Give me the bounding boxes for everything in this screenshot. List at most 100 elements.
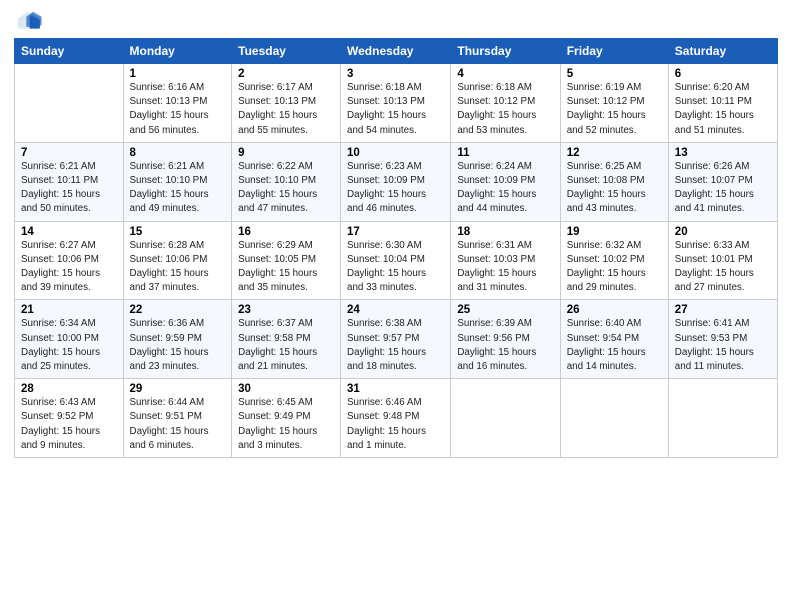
header (14, 10, 778, 32)
day-number: 6 (675, 68, 771, 80)
day-cell: 29Sunrise: 6:44 AMSunset: 9:51 PMDayligh… (123, 379, 232, 458)
day-info: Sunrise: 6:39 AMSunset: 9:56 PMDaylight:… (457, 317, 553, 374)
day-info: Sunrise: 6:19 AMSunset: 10:12 PMDaylight… (567, 81, 662, 138)
col-header-thursday: Thursday (451, 39, 560, 64)
day-cell: 8Sunrise: 6:21 AMSunset: 10:10 PMDayligh… (123, 142, 232, 221)
day-number: 4 (457, 68, 553, 80)
day-cell: 7Sunrise: 6:21 AMSunset: 10:11 PMDayligh… (15, 142, 124, 221)
day-number: 22 (130, 304, 226, 316)
day-number: 25 (457, 304, 553, 316)
day-info: Sunrise: 6:36 AMSunset: 9:59 PMDaylight:… (130, 317, 226, 374)
day-info: Sunrise: 6:22 AMSunset: 10:10 PMDaylight… (238, 160, 334, 217)
day-number: 15 (130, 226, 226, 238)
day-info: Sunrise: 6:23 AMSunset: 10:09 PMDaylight… (347, 160, 444, 217)
day-cell: 31Sunrise: 6:46 AMSunset: 9:48 PMDayligh… (341, 379, 451, 458)
day-info: Sunrise: 6:32 AMSunset: 10:02 PMDaylight… (567, 239, 662, 296)
day-cell: 17Sunrise: 6:30 AMSunset: 10:04 PMDaylig… (341, 221, 451, 300)
day-info: Sunrise: 6:16 AMSunset: 10:13 PMDaylight… (130, 81, 226, 138)
week-row-3: 14Sunrise: 6:27 AMSunset: 10:06 PMDaylig… (15, 221, 778, 300)
day-info: Sunrise: 6:21 AMSunset: 10:10 PMDaylight… (130, 160, 226, 217)
day-cell: 16Sunrise: 6:29 AMSunset: 10:05 PMDaylig… (232, 221, 341, 300)
day-cell: 1Sunrise: 6:16 AMSunset: 10:13 PMDayligh… (123, 64, 232, 143)
day-info: Sunrise: 6:24 AMSunset: 10:09 PMDaylight… (457, 160, 553, 217)
day-number: 26 (567, 304, 662, 316)
week-row-2: 7Sunrise: 6:21 AMSunset: 10:11 PMDayligh… (15, 142, 778, 221)
day-cell: 2Sunrise: 6:17 AMSunset: 10:13 PMDayligh… (232, 64, 341, 143)
day-info: Sunrise: 6:38 AMSunset: 9:57 PMDaylight:… (347, 317, 444, 374)
day-number: 5 (567, 68, 662, 80)
day-number: 7 (21, 147, 117, 159)
day-cell: 24Sunrise: 6:38 AMSunset: 9:57 PMDayligh… (341, 300, 451, 379)
col-header-monday: Monday (123, 39, 232, 64)
day-info: Sunrise: 6:20 AMSunset: 10:11 PMDaylight… (675, 81, 771, 138)
day-cell: 30Sunrise: 6:45 AMSunset: 9:49 PMDayligh… (232, 379, 341, 458)
calendar-table: SundayMondayTuesdayWednesdayThursdayFrid… (14, 38, 778, 458)
day-cell: 11Sunrise: 6:24 AMSunset: 10:09 PMDaylig… (451, 142, 560, 221)
day-cell: 22Sunrise: 6:36 AMSunset: 9:59 PMDayligh… (123, 300, 232, 379)
day-cell: 28Sunrise: 6:43 AMSunset: 9:52 PMDayligh… (15, 379, 124, 458)
col-header-sunday: Sunday (15, 39, 124, 64)
day-info: Sunrise: 6:29 AMSunset: 10:05 PMDaylight… (238, 239, 334, 296)
day-number: 28 (21, 383, 117, 395)
day-info: Sunrise: 6:18 AMSunset: 10:13 PMDaylight… (347, 81, 444, 138)
day-cell (560, 379, 668, 458)
day-cell: 15Sunrise: 6:28 AMSunset: 10:06 PMDaylig… (123, 221, 232, 300)
day-cell (451, 379, 560, 458)
day-info: Sunrise: 6:25 AMSunset: 10:08 PMDaylight… (567, 160, 662, 217)
day-cell: 20Sunrise: 6:33 AMSunset: 10:01 PMDaylig… (668, 221, 777, 300)
day-cell: 25Sunrise: 6:39 AMSunset: 9:56 PMDayligh… (451, 300, 560, 379)
day-info: Sunrise: 6:33 AMSunset: 10:01 PMDaylight… (675, 239, 771, 296)
day-cell: 3Sunrise: 6:18 AMSunset: 10:13 PMDayligh… (341, 64, 451, 143)
week-row-5: 28Sunrise: 6:43 AMSunset: 9:52 PMDayligh… (15, 379, 778, 458)
day-cell: 21Sunrise: 6:34 AMSunset: 10:00 PMDaylig… (15, 300, 124, 379)
day-number: 21 (21, 304, 117, 316)
day-info: Sunrise: 6:17 AMSunset: 10:13 PMDaylight… (238, 81, 334, 138)
week-row-1: 1Sunrise: 6:16 AMSunset: 10:13 PMDayligh… (15, 64, 778, 143)
day-number: 14 (21, 226, 117, 238)
day-info: Sunrise: 6:37 AMSunset: 9:58 PMDaylight:… (238, 317, 334, 374)
day-cell: 27Sunrise: 6:41 AMSunset: 9:53 PMDayligh… (668, 300, 777, 379)
day-info: Sunrise: 6:43 AMSunset: 9:52 PMDaylight:… (21, 396, 117, 453)
day-info: Sunrise: 6:28 AMSunset: 10:06 PMDaylight… (130, 239, 226, 296)
day-info: Sunrise: 6:31 AMSunset: 10:03 PMDaylight… (457, 239, 553, 296)
day-number: 16 (238, 226, 334, 238)
col-header-saturday: Saturday (668, 39, 777, 64)
day-cell: 14Sunrise: 6:27 AMSunset: 10:06 PMDaylig… (15, 221, 124, 300)
day-cell: 19Sunrise: 6:32 AMSunset: 10:02 PMDaylig… (560, 221, 668, 300)
day-info: Sunrise: 6:34 AMSunset: 10:00 PMDaylight… (21, 317, 117, 374)
day-info: Sunrise: 6:27 AMSunset: 10:06 PMDaylight… (21, 239, 117, 296)
day-number: 18 (457, 226, 553, 238)
day-cell: 13Sunrise: 6:26 AMSunset: 10:07 PMDaylig… (668, 142, 777, 221)
day-cell: 10Sunrise: 6:23 AMSunset: 10:09 PMDaylig… (341, 142, 451, 221)
day-number: 31 (347, 383, 444, 395)
day-cell: 23Sunrise: 6:37 AMSunset: 9:58 PMDayligh… (232, 300, 341, 379)
day-info: Sunrise: 6:44 AMSunset: 9:51 PMDaylight:… (130, 396, 226, 453)
day-number: 19 (567, 226, 662, 238)
day-info: Sunrise: 6:18 AMSunset: 10:12 PMDaylight… (457, 81, 553, 138)
week-row-4: 21Sunrise: 6:34 AMSunset: 10:00 PMDaylig… (15, 300, 778, 379)
day-number: 9 (238, 147, 334, 159)
day-number: 27 (675, 304, 771, 316)
day-number: 2 (238, 68, 334, 80)
logo (14, 10, 46, 32)
day-number: 3 (347, 68, 444, 80)
day-cell: 9Sunrise: 6:22 AMSunset: 10:10 PMDayligh… (232, 142, 341, 221)
day-number: 17 (347, 226, 444, 238)
day-number: 23 (238, 304, 334, 316)
day-info: Sunrise: 6:45 AMSunset: 9:49 PMDaylight:… (238, 396, 334, 453)
header-row: SundayMondayTuesdayWednesdayThursdayFrid… (15, 39, 778, 64)
page-container: SundayMondayTuesdayWednesdayThursdayFrid… (0, 0, 792, 468)
day-cell: 5Sunrise: 6:19 AMSunset: 10:12 PMDayligh… (560, 64, 668, 143)
col-header-wednesday: Wednesday (341, 39, 451, 64)
day-info: Sunrise: 6:21 AMSunset: 10:11 PMDaylight… (21, 160, 117, 217)
day-cell: 12Sunrise: 6:25 AMSunset: 10:08 PMDaylig… (560, 142, 668, 221)
day-number: 12 (567, 147, 662, 159)
day-cell: 6Sunrise: 6:20 AMSunset: 10:11 PMDayligh… (668, 64, 777, 143)
day-info: Sunrise: 6:26 AMSunset: 10:07 PMDaylight… (675, 160, 771, 217)
day-number: 13 (675, 147, 771, 159)
col-header-tuesday: Tuesday (232, 39, 341, 64)
day-number: 8 (130, 147, 226, 159)
day-cell: 26Sunrise: 6:40 AMSunset: 9:54 PMDayligh… (560, 300, 668, 379)
day-cell (15, 64, 124, 143)
day-number: 10 (347, 147, 444, 159)
